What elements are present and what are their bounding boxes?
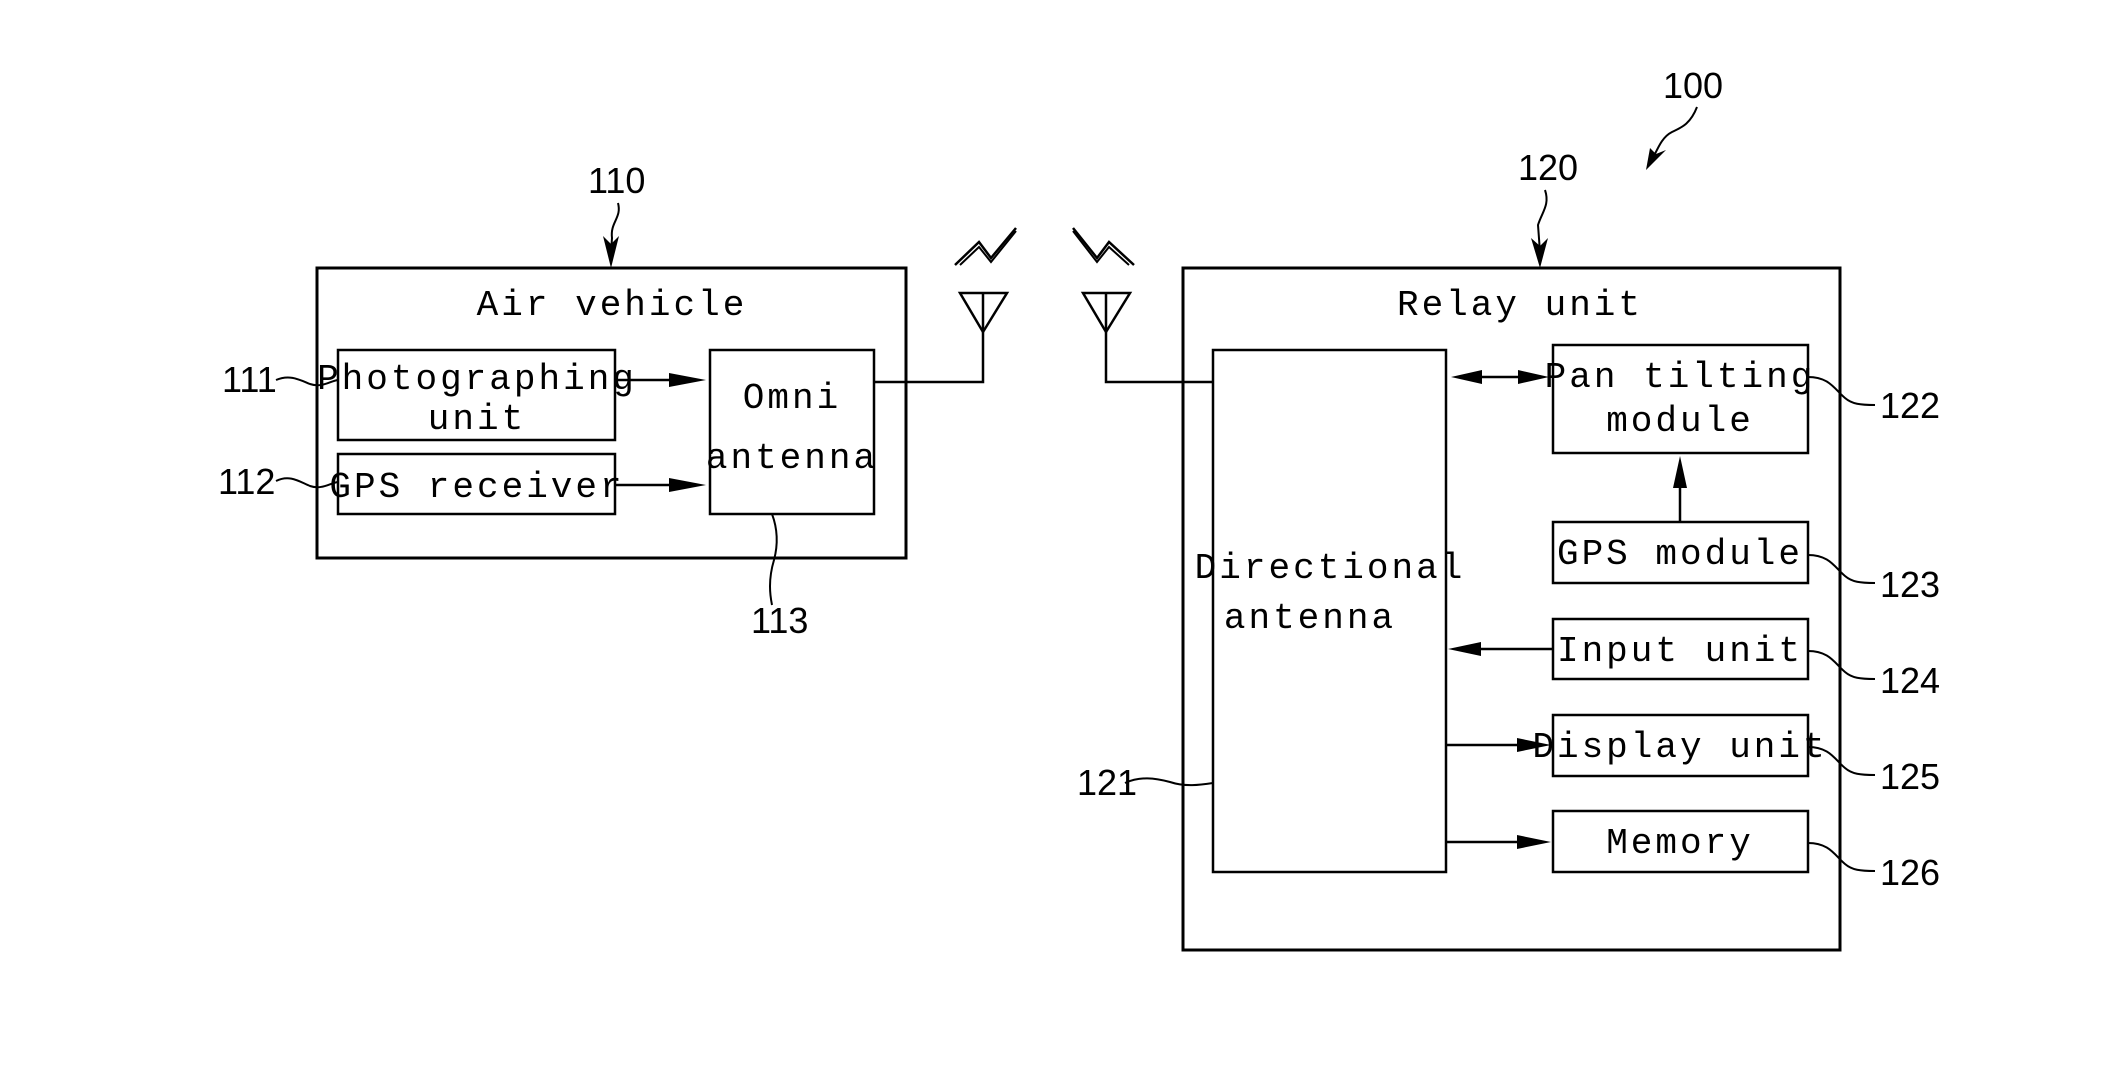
pan-tilting-label-line2: module [1606,401,1754,442]
ref-label-relay-unit: 120 [1518,147,1578,188]
photographing-unit-block: Photographing unit [317,348,637,442]
ref-arrow-air-vehicle [603,202,620,268]
ref-label-pan-tilting: 122 [1880,385,1940,426]
ref-label-gps-receiver: 112 [218,461,275,502]
ref-arrow-system [1646,106,1698,170]
ref-label-gps-module: 123 [1880,564,1940,605]
arrow-directional-pan-tilting-bidirectional [1451,370,1549,384]
ref-label-input-unit: 124 [1880,660,1940,701]
arrow-gps-receiver-to-omni [615,478,706,492]
antenna-icon [1080,291,1133,335]
memory-block: Memory [1551,809,1810,874]
photographing-unit-label-line1: Photographing [317,359,637,400]
pan-tilting-label-line1: Pan tilting [1545,357,1816,398]
wireless-signal-icon [954,227,1017,266]
ref-label-memory: 126 [1880,852,1940,893]
omni-antenna-feed-line [874,332,985,384]
arrow-directional-to-memory [1446,835,1551,849]
photographing-unit-label-line2: unit [428,399,526,440]
omni-antenna-label-line1: Omni [743,378,841,419]
omni-antenna-label-line2: antenna [706,438,878,479]
input-unit-label: Input unit [1557,631,1803,672]
leader-directional-antenna [1124,777,1214,787]
relay-unit-title: Relay unit [1397,285,1643,326]
ref-label-system: 100 [1663,65,1723,106]
gps-module-block: GPS module [1551,520,1810,585]
directional-antenna-feed-line [1104,332,1213,384]
ref-label-omni-antenna: 113 [751,600,808,641]
ref-label-display-unit: 125 [1880,756,1940,797]
arrow-gps-module-to-pan-tilting [1673,456,1687,522]
input-unit-block: Input unit [1551,617,1810,681]
omni-antenna-block: Omni antenna [706,348,878,516]
gps-receiver-block: GPS receiver [329,452,624,516]
directional-antenna-label-line2: antenna [1224,598,1396,639]
wireless-signal-icon [1072,227,1135,266]
arrow-input-unit-to-directional [1448,642,1553,656]
gps-module-label: GPS module [1557,534,1803,575]
pan-tilting-module-block: Pan tilting module [1545,343,1816,455]
gps-receiver-label: GPS receiver [329,467,624,508]
ref-label-air-vehicle: 110 [588,160,645,201]
ref-label-photographing-unit: 111 [222,359,277,400]
memory-label: Memory [1606,823,1754,864]
display-unit-label: Display unit [1532,727,1827,768]
display-unit-block: Display unit [1532,713,1827,778]
directional-antenna-block: Directional antenna [1195,348,1466,874]
block-diagram: 100 110 Air vehicle Photographing unit 1… [218,65,1940,952]
antenna-icon [957,291,1010,335]
directional-antenna-label-line1: Directional [1195,548,1466,589]
ref-arrow-relay-unit [1531,189,1548,268]
air-vehicle-title: Air vehicle [477,285,748,326]
